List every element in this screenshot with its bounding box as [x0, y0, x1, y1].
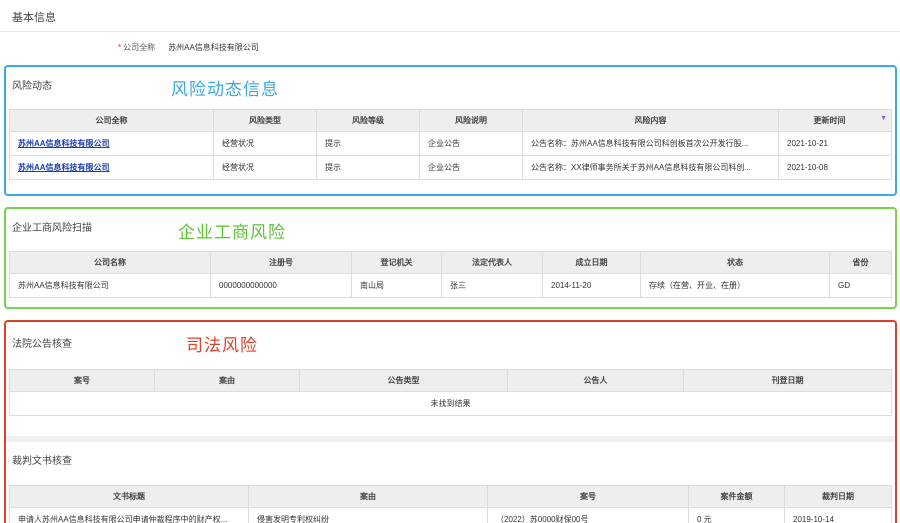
sort-desc-icon[interactable]: ▼ — [880, 115, 887, 122]
company-link-cell[interactable]: 苏州AA信息科技有限公司 — [9, 155, 214, 180]
judicial-risk-annotation: 司法风险 — [186, 336, 258, 355]
company-name-value: 苏州AA信息科技有限公司 — [168, 43, 259, 52]
table-cell: 申请人苏州AA信息科技有限公司申请仲裁程序中的财产权... — [9, 507, 249, 523]
col-announcer[interactable]: 公告人 — [507, 369, 684, 392]
col-reg-number[interactable]: 注册号 — [210, 251, 352, 274]
col-case-amount[interactable]: 案件金额 — [688, 485, 785, 508]
col-update-time-label: 更新时间 — [813, 116, 846, 125]
col-risk-type[interactable]: 风险类型 — [213, 109, 317, 132]
header-divider — [0, 31, 900, 32]
empty-result-text: 未找到结果 — [9, 391, 892, 416]
table-cell: 侵害发明专利权纠纷 — [248, 507, 488, 523]
table-cell: 经营状况 — [213, 155, 317, 180]
table-cell: 2014-11-20 — [542, 273, 641, 298]
col-status[interactable]: 状态 — [640, 251, 830, 274]
col-founded-date[interactable]: 成立日期 — [542, 251, 641, 274]
page-title: 基本信息 — [12, 12, 56, 24]
table-cell: 存续（在营、开业、在册） — [640, 273, 830, 298]
col-reg-authority[interactable]: 登记机关 — [351, 251, 442, 274]
table-cell: 提示 — [316, 131, 420, 156]
table-row: 苏州AA信息科技有限公司 0000000000000 南山局 张三 2014-1… — [9, 273, 892, 298]
company-name-row: * 公司全称 苏州AA信息科技有限公司 — [118, 42, 259, 53]
col-risk-desc[interactable]: 风险说明 — [419, 109, 523, 132]
col-risk-level[interactable]: 风险等级 — [316, 109, 420, 132]
risk-dynamic-title: 风险动态 — [12, 81, 52, 92]
col-publish-date[interactable]: 刊登日期 — [683, 369, 892, 392]
company-link[interactable]: 苏州AA信息科技有限公司 — [18, 163, 110, 172]
col-company-fullname[interactable]: 公司全称 — [9, 109, 214, 132]
col-case-cause[interactable]: 案由 — [248, 485, 488, 508]
company-link-cell[interactable]: 苏州AA信息科技有限公司 — [9, 131, 214, 156]
table-cell: 2019-10-14 — [784, 507, 892, 523]
col-legal-rep[interactable]: 法定代表人 — [441, 251, 543, 274]
table-cell: 2021-10-08 — [778, 155, 892, 180]
col-risk-content[interactable]: 风险内容 — [522, 109, 779, 132]
table-row: 苏州AA信息科技有限公司 经营状况 提示 企业公告 公告名称：苏州AA信息科技有… — [9, 131, 892, 156]
table-cell: 0 元 — [688, 507, 785, 523]
col-case-number[interactable]: 案号 — [9, 369, 155, 392]
table-row: 苏州AA信息科技有限公司 经营状况 提示 企业公告 公告名称：XX律师事务所关于… — [9, 155, 892, 180]
table-header-row: 公司全称 风险类型 风险等级 风险说明 风险内容 更新时间 ▼ — [9, 109, 892, 132]
risk-dynamic-annotation: 风险动态信息 — [171, 80, 279, 99]
col-update-time[interactable]: 更新时间 ▼ — [778, 109, 892, 132]
table-cell: 提示 — [316, 155, 420, 180]
table-cell: 苏州AA信息科技有限公司 — [9, 273, 211, 298]
col-case-number[interactable]: 案号 — [487, 485, 689, 508]
required-asterisk: * — [118, 43, 122, 52]
company-name-label: 公司全称 — [123, 43, 156, 52]
col-notice-type[interactable]: 公告类型 — [299, 369, 508, 392]
table-cell: GD — [829, 273, 892, 298]
table-header-row: 案号 案由 公告类型 公告人 刊登日期 — [9, 369, 892, 392]
table-cell: 经营状况 — [213, 131, 317, 156]
table-cell: 0000000000000 — [210, 273, 352, 298]
business-risk-annotation: 企业工商风险 — [178, 223, 286, 242]
section-separator — [6, 436, 895, 442]
table-cell: 2021-10-21 — [778, 131, 892, 156]
table-cell: 企业公告 — [419, 131, 523, 156]
table-row: 未找到结果 — [9, 391, 892, 416]
company-link[interactable]: 苏州AA信息科技有限公司 — [18, 139, 110, 148]
table-header-row: 文书标题 案由 案号 案件金额 裁判日期 — [9, 485, 892, 508]
court-notice-table: 案号 案由 公告类型 公告人 刊登日期 未找到结果 — [9, 369, 892, 416]
table-cell: 企业公告 — [419, 155, 523, 180]
table-cell: 张三 — [441, 273, 543, 298]
col-company-name[interactable]: 公司名称 — [9, 251, 211, 274]
business-scan-table: 公司名称 注册号 登记机关 法定代表人 成立日期 状态 省份 苏州AA信息科技有… — [9, 251, 892, 298]
table-cell: 公告名称：苏州AA信息科技有限公司科创板首次公开发行股... — [522, 131, 779, 156]
table-cell: 南山局 — [351, 273, 442, 298]
table-header-row: 公司名称 注册号 登记机关 法定代表人 成立日期 状态 省份 — [9, 251, 892, 274]
col-case-cause[interactable]: 案由 — [154, 369, 300, 392]
table-cell: （2022）苏0000财保00号 — [487, 507, 689, 523]
table-row: 申请人苏州AA信息科技有限公司申请仲裁程序中的财产权... 侵害发明专利权纠纷 … — [9, 507, 892, 523]
risk-dynamic-table: 公司全称 风险类型 风险等级 风险说明 风险内容 更新时间 ▼ 苏州AA信息科技有… — [9, 109, 892, 180]
judgment-table: 文书标题 案由 案号 案件金额 裁判日期 申请人苏州AA信息科技有限公司申请仲裁… — [9, 485, 892, 523]
business-scan-title: 企业工商风险扫描 — [12, 223, 92, 234]
col-doc-title[interactable]: 文书标题 — [9, 485, 249, 508]
table-cell: 公告名称：XX律师事务所关于苏州AA信息科技有限公司科创... — [522, 155, 779, 180]
court-notice-title: 法院公告核查 — [12, 339, 72, 350]
col-judgment-date[interactable]: 裁判日期 — [784, 485, 892, 508]
judgment-title: 裁判文书核查 — [12, 456, 72, 467]
col-province[interactable]: 省份 — [829, 251, 892, 274]
